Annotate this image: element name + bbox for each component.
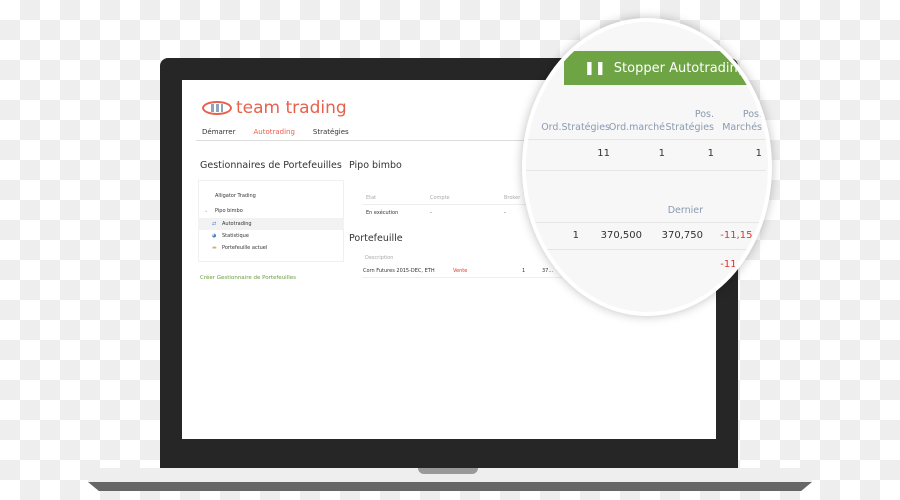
col-pos-marches-1: Pos. <box>742 109 762 120</box>
sidebar-title: Gestionnaires de Portefeuilles <box>200 160 342 171</box>
position-qty: 1 <box>572 230 579 241</box>
col-ord-strategies: Ord.Stratégies <box>541 122 610 133</box>
col-pos-marches-2: Marchés <box>722 122 762 133</box>
tree-item-pipo[interactable]: Pipo bimbo <box>215 208 243 214</box>
tree-item-alligator[interactable]: Alligator Trading <box>215 193 256 199</box>
count-pos-strategies: 1 <box>707 148 714 159</box>
instrument: Corn Futures 2015-DEC, ETH <box>363 268 435 274</box>
portfolio-title: Portefeuille <box>349 233 403 244</box>
magnifier: ❚❚ Stopper Autotrading Ord.Stratégies Ord… <box>522 18 772 316</box>
logo[interactable]: team trading <box>202 98 347 118</box>
tree-selection <box>198 218 344 230</box>
status-value: En exécution <box>366 210 399 216</box>
main-nav: Démarrer Autotrading Stratégies <box>202 128 349 136</box>
col-ord-marche: Ord.marché <box>608 122 665 133</box>
col-pos-strategies-1: Pos. <box>694 109 714 120</box>
col-description: Description <box>365 255 394 261</box>
stop-autotrading-label: Stopper Autotrading <box>613 60 747 76</box>
count-pos-marches: 1 <box>755 148 762 159</box>
col-broker: Broker <box>504 195 521 201</box>
col-pos-strategies-2: Stratégies <box>665 122 714 133</box>
statistics-icon: ◕ <box>212 233 217 239</box>
nav-autotrading[interactable]: Autotrading <box>253 128 294 136</box>
position-pnl: -11,15 € <box>720 230 762 241</box>
create-manager-link[interactable]: Créer Gestionnaire de Portefeuilles <box>200 275 296 281</box>
stop-autotrading-button[interactable]: ❚❚ Stopper Autotrading <box>564 51 766 85</box>
nav-strategies[interactable]: Stratégies <box>313 128 349 136</box>
broker-value: - <box>504 210 506 216</box>
autotrading-icon: ⇄ <box>212 221 217 227</box>
chevron-down-icon[interactable]: ⌄ <box>204 208 208 214</box>
divider <box>526 222 766 223</box>
tree-item-statistique[interactable]: Statistique <box>222 233 249 239</box>
team-logo-icon <box>202 101 232 115</box>
total-pnl: -11,15 € <box>720 259 762 270</box>
nav-demarrer[interactable]: Démarrer <box>202 128 235 136</box>
logo-text: team trading <box>236 98 347 118</box>
tree-item-autotrading[interactable]: Autotrading <box>222 221 252 227</box>
side: Vente <box>453 268 468 274</box>
divider <box>526 170 766 171</box>
count-ord-strategies: 11 <box>597 148 610 159</box>
col-dernier: Dernier <box>667 205 703 216</box>
laptop-base-edge <box>88 482 812 491</box>
count-ord-marche: 1 <box>658 148 665 159</box>
laptop-notch <box>418 468 478 474</box>
pause-icon: ❚❚ <box>583 60 606 76</box>
quantity: 1 <box>522 268 526 274</box>
divider <box>526 249 766 250</box>
divider <box>526 139 766 140</box>
col-etat: Etat <box>366 195 377 201</box>
tree-item-portefeuille[interactable]: Portefeuille actuel <box>222 245 267 251</box>
col-compte: Compte <box>430 195 450 201</box>
account-value: - <box>430 210 432 216</box>
position-last: 370,750 <box>661 230 703 241</box>
main-title: Pipo bimbo <box>349 160 402 171</box>
position-price: 370,500 <box>600 230 642 241</box>
portfolio-icon: ▬ <box>212 245 217 251</box>
